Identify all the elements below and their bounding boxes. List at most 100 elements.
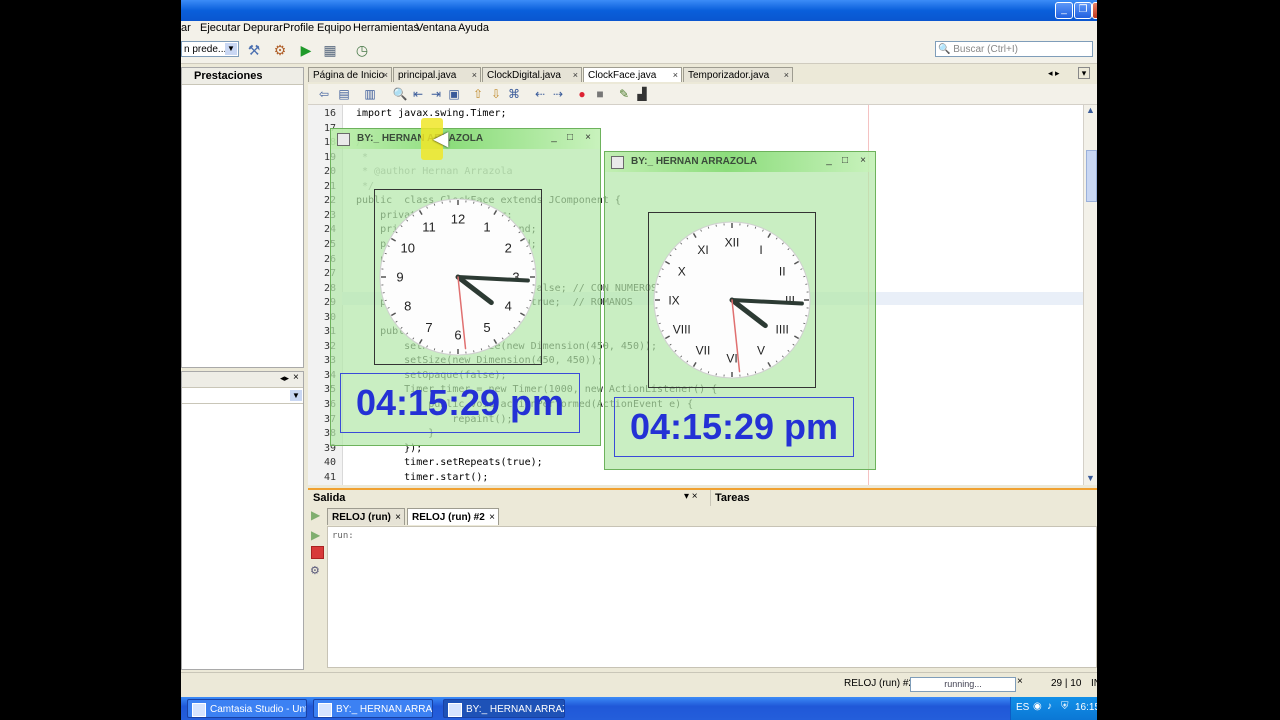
tray-security-icon[interactable]: ⛨: [1061, 701, 1069, 712]
source-icon[interactable]: ▥: [362, 86, 378, 102]
shift-left-icon[interactable]: ⇠: [532, 86, 548, 102]
clock-window-title-bar[interactable]: BY:_ HERNAN ARRAZOLA _ □ ×: [331, 129, 600, 149]
clock-numeral: 11: [422, 219, 436, 234]
menu-item-ayuda[interactable]: Ayuda: [458, 22, 489, 34]
tab-reloj-run-2[interactable]: RELOJ (run) #2 ×: [407, 508, 499, 525]
toggle-bookmark-icon[interactable]: ⌘: [506, 86, 522, 102]
clock-numeral: IX: [668, 293, 679, 307]
close-icon[interactable]: ×: [673, 68, 678, 83]
tab-temporizador-java[interactable]: Temporizador.java ×: [683, 67, 793, 82]
close-button[interactable]: ×: [1092, 2, 1097, 19]
highlight-icon[interactable]: ▣: [446, 86, 462, 102]
menu-item-ver[interactable]: ar: [181, 22, 191, 34]
output-tabs: RELOJ (run) × RELOJ (run) #2 ×: [327, 506, 1097, 526]
tab-pagina-de-inicio[interactable]: Página de Inicio ×: [308, 67, 392, 82]
tab-list-icon[interactable]: ▾: [1078, 67, 1090, 79]
history-icon[interactable]: ▤: [336, 86, 352, 102]
close-icon[interactable]: ×: [293, 372, 299, 383]
close-icon[interactable]: ×: [582, 132, 594, 144]
close-icon[interactable]: ×: [472, 68, 477, 83]
settings-icon[interactable]: ⚙: [310, 564, 320, 577]
java-icon: [318, 703, 332, 717]
tab-clockdigital-java[interactable]: ClockDigital.java ×: [482, 67, 582, 82]
console-text: run:: [332, 531, 354, 541]
output-menu-icon[interactable]: ▾ ×: [684, 491, 698, 502]
taskbar-item-camtasia[interactable]: Camtasia Studio - Unt...: [187, 699, 307, 718]
editor-scrollbar[interactable]: ▲ ▼: [1083, 105, 1097, 485]
taskbar: Camtasia Studio - Unt... BY:_ HERNAN ARR…: [181, 697, 1097, 720]
find-icon[interactable]: 🔍: [392, 86, 408, 102]
taskbar-item-clock-1[interactable]: BY:_ HERNAN ARRAZ...: [313, 699, 433, 718]
rerun-different-icon[interactable]: ▶: [311, 528, 320, 542]
find-previous-icon[interactable]: ⇤: [410, 86, 426, 102]
tray-language[interactable]: ES: [1016, 702, 1029, 713]
clean-build-icon[interactable]: ⚒: [245, 41, 263, 59]
taskbar-item-clock-2[interactable]: BY:_ HERNAN ARRAZ...: [443, 699, 565, 718]
uncomment-icon[interactable]: ▟: [634, 86, 650, 102]
minimize-button[interactable]: _: [1055, 2, 1073, 19]
stop-macro-icon[interactable]: ■: [592, 86, 608, 102]
navigator-panel: ◂▸ × ▼: [181, 371, 304, 670]
close-icon[interactable]: ×: [573, 68, 578, 83]
back-icon[interactable]: ⇦: [316, 86, 332, 102]
clock-window-title-bar[interactable]: BY:_ HERNAN ARRAZOLA _ □ ×: [605, 152, 875, 172]
system-tray: ES ◉ ♪ ⛨ 16:15: [1010, 697, 1097, 720]
comment-icon[interactable]: ✎: [616, 86, 632, 102]
find-next-icon[interactable]: ⇥: [428, 86, 444, 102]
menu-item-profile[interactable]: Profile: [283, 22, 314, 34]
bookmark-prev-icon[interactable]: ⇧: [470, 86, 486, 102]
minimize-icon[interactable]: _: [548, 132, 560, 144]
tab-clockface-java[interactable]: ClockFace.java ×: [583, 67, 682, 82]
clock-numeral: III: [785, 293, 795, 307]
stop-icon[interactable]: [311, 546, 324, 559]
run-icon[interactable]: ▶: [297, 41, 315, 59]
scroll-thumb[interactable]: [1086, 150, 1097, 202]
taskbar-label: Camtasia Studio - Unt...: [210, 704, 307, 715]
tray-volume-icon[interactable]: ♪: [1047, 701, 1052, 712]
debug-icon[interactable]: ▦: [321, 41, 339, 59]
scroll-up-icon[interactable]: ▲: [1086, 105, 1095, 115]
rerun-icon[interactable]: ▶: [311, 508, 320, 522]
clock-numeral: 7: [425, 320, 432, 335]
minimize-icon[interactable]: _: [823, 155, 835, 167]
tray-clock: 16:15: [1075, 702, 1097, 713]
restore-button[interactable]: ❐: [1074, 2, 1092, 19]
shift-right-icon[interactable]: ⇢: [550, 86, 566, 102]
navigator-combo[interactable]: ▼: [182, 388, 303, 404]
panel-menu-icon[interactable]: ◂▸: [280, 373, 289, 384]
maximize-icon[interactable]: □: [839, 155, 851, 167]
tray-network-icon[interactable]: ◉: [1033, 701, 1042, 712]
close-icon[interactable]: ×: [383, 68, 388, 83]
bookmark-next-icon[interactable]: ⇩: [488, 86, 504, 102]
close-icon[interactable]: ×: [395, 509, 401, 526]
build-icon[interactable]: ⚙: [271, 41, 289, 59]
cancel-icon[interactable]: ×: [1017, 676, 1023, 687]
scroll-down-icon[interactable]: ▼: [1086, 473, 1095, 483]
tasks-header[interactable]: Tareas: [710, 490, 1097, 507]
menu-item-ventana[interactable]: Ventana: [416, 22, 456, 34]
code-line: timer.setRepeats(true);: [356, 457, 543, 469]
insert-mode: IN: [1091, 678, 1097, 689]
record-macro-icon[interactable]: ●: [574, 86, 590, 102]
analog-clock: 121234567891011: [379, 198, 537, 356]
tab-principal-java[interactable]: principal.java ×: [393, 67, 481, 82]
clock-numeral: 12: [451, 212, 465, 227]
search-input[interactable]: 🔍 Buscar (Ctrl+I): [935, 41, 1093, 57]
editor-tabs: Página de Inicio × principal.java × ClockD…: [308, 65, 1097, 83]
menu-item-herramientas[interactable]: Herramientas: [353, 22, 419, 34]
close-icon[interactable]: ×: [784, 68, 789, 83]
menu-item-ejecutar[interactable]: Ejecutar: [200, 22, 240, 34]
tab-reloj-run[interactable]: RELOJ (run) ×: [327, 508, 405, 525]
profile-icon[interactable]: ◷: [353, 41, 371, 59]
maximize-icon[interactable]: □: [564, 132, 576, 144]
output-console[interactable]: run:: [327, 526, 1097, 668]
close-icon[interactable]: ×: [489, 509, 495, 526]
menu-item-equipo[interactable]: Equipo: [317, 22, 351, 34]
tab-label: RELOJ (run): [332, 512, 391, 523]
clock-window-2[interactable]: BY:_ HERNAN ARRAZOLA _ □ × XII I II III IIII…: [604, 151, 876, 470]
config-combo[interactable]: n prede... ▼: [181, 41, 239, 57]
tab-scroll-icon[interactable]: ◂ ▸: [1048, 68, 1060, 79]
close-icon[interactable]: ×: [857, 155, 869, 167]
menu-item-depurar[interactable]: Depurar: [243, 22, 283, 34]
clock-window-1[interactable]: BY:_ HERNAN ARRAZOLA _ □ × 12 1 2 3 4 5 6 7 8 9 10…: [330, 128, 601, 446]
